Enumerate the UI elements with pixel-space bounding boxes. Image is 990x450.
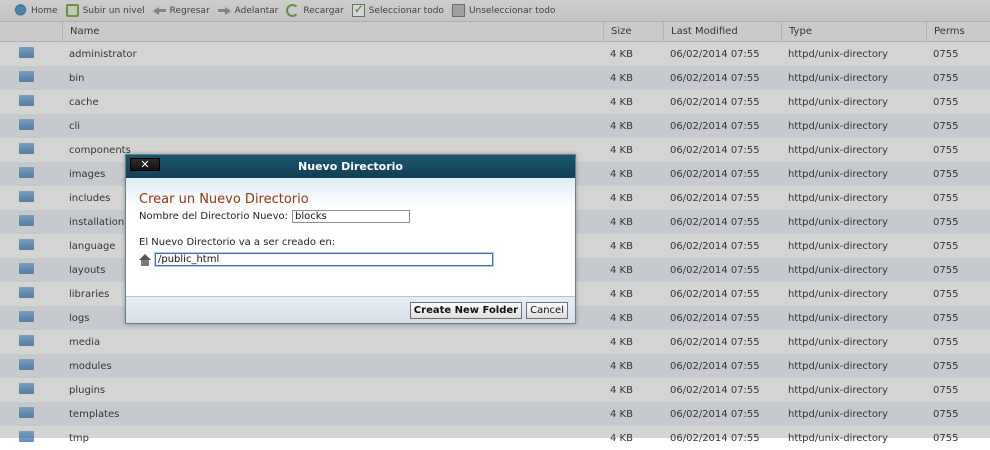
dialog-title: Nuevo Directorio xyxy=(298,160,403,173)
location-label: El Nuevo Directorio va a ser creado en: xyxy=(139,237,336,248)
dialog-titlebar: ✕ Nuevo Directorio xyxy=(126,155,575,178)
dialog-footer: Create New Folder Cancel xyxy=(126,296,575,323)
new-directory-dialog: ✕ Nuevo Directorio Crear un Nuevo Direct… xyxy=(125,154,576,324)
dialog-body: Crear un Nuevo Directorio Nombre del Dir… xyxy=(126,178,575,296)
dialog-close-button[interactable]: ✕ xyxy=(130,158,160,171)
close-icon: ✕ xyxy=(140,158,150,171)
name-label: Nombre del Directorio Nuevo: xyxy=(139,210,288,222)
directory-name-input[interactable] xyxy=(292,209,410,223)
cancel-button[interactable]: Cancel xyxy=(526,301,568,319)
path-row xyxy=(139,253,562,266)
name-row: Nombre del Directorio Nuevo: xyxy=(139,209,562,223)
home-directory-icon xyxy=(139,253,151,266)
directory-path-input[interactable] xyxy=(155,253,493,266)
create-new-folder-button[interactable]: Create New Folder xyxy=(409,301,523,319)
dialog-heading: Crear un Nuevo Directorio xyxy=(139,192,309,207)
